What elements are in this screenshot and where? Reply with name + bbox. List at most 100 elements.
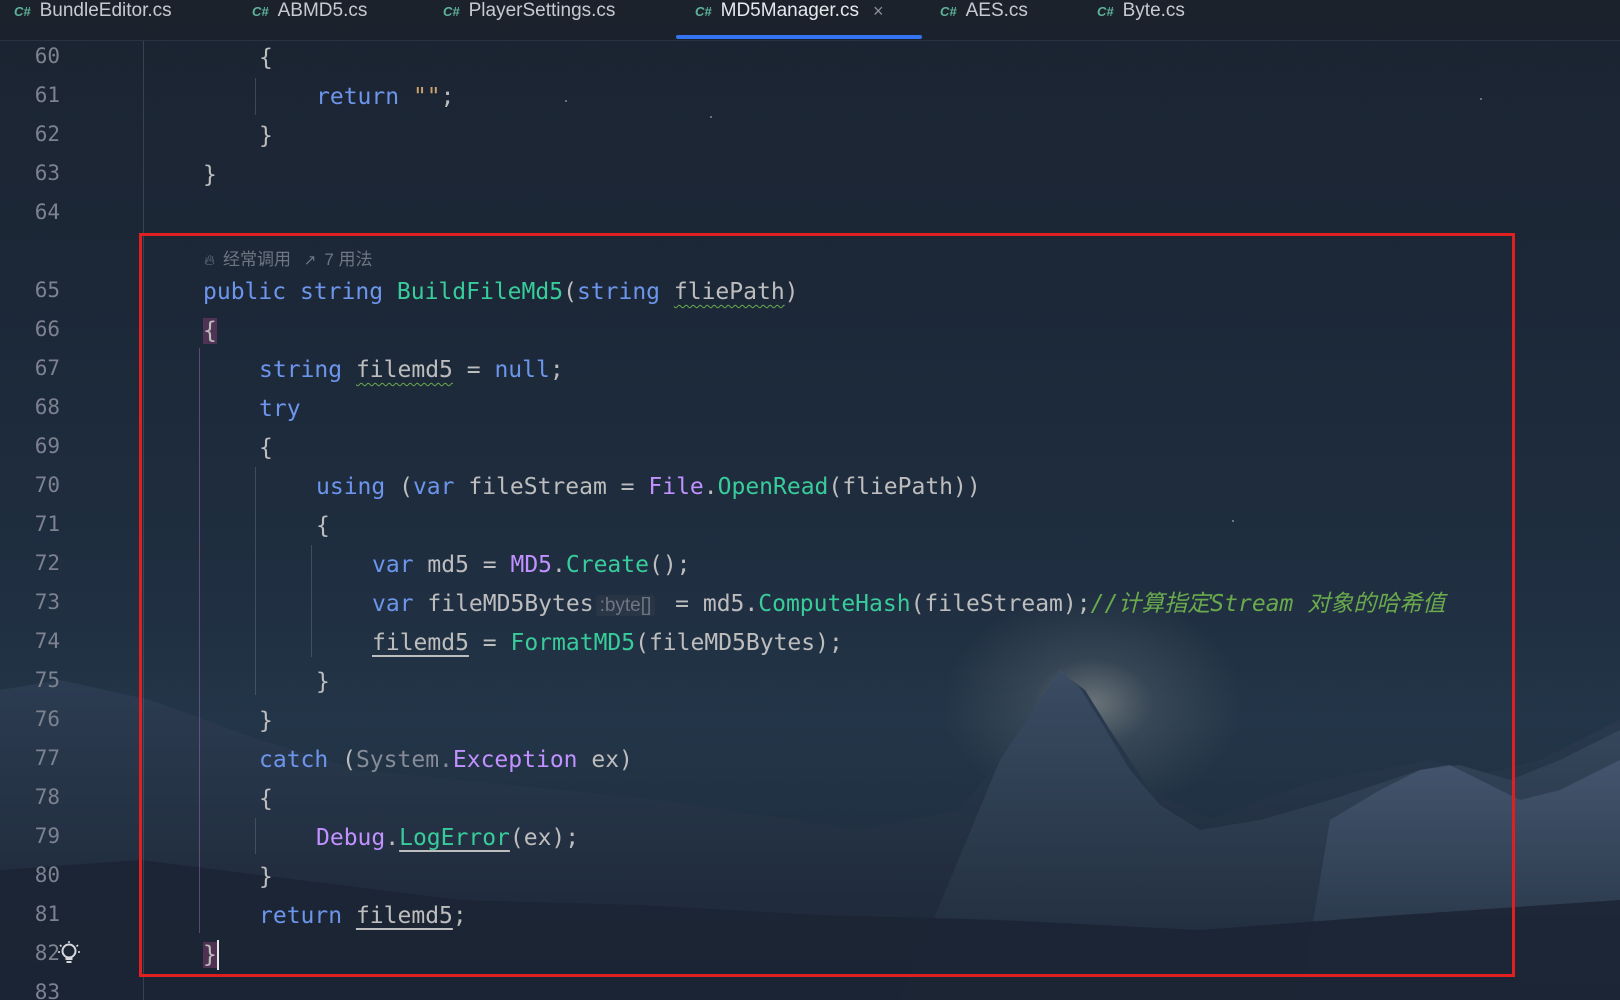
token: string <box>576 279 661 305</box>
code-line-79[interactable]: Debug.LogError(ex); <box>316 823 579 853</box>
token: { <box>259 786 273 812</box>
token: ( <box>328 747 356 773</box>
code-line-77[interactable]: catch (System.Exception ex) <box>259 745 633 775</box>
token: } <box>259 708 273 734</box>
token: FormatMD5 <box>510 630 636 656</box>
csharp-file-icon: C# <box>940 4 957 19</box>
line-number: 67 <box>34 356 60 380</box>
token: (fileStream); <box>910 591 1091 617</box>
lightbulb-icon[interactable] <box>58 941 80 967</box>
line-number: 79 <box>34 824 60 848</box>
code-line-66[interactable]: { <box>203 316 217 346</box>
code-line-65[interactable]: public string BuildFileMd5(string fliePa… <box>203 277 799 307</box>
token: fileMD5Bytes <box>413 591 594 617</box>
csharp-file-icon: C# <box>1097 4 1114 19</box>
token: } <box>316 669 330 695</box>
code-line-75[interactable]: } <box>316 667 330 697</box>
usages-hint[interactable]: 7 用法 <box>324 250 372 269</box>
tab-playersettings[interactable]: C# PlayerSettings.cs <box>443 0 615 40</box>
code-line-82[interactable]: } <box>203 940 219 970</box>
code-line-68[interactable]: try <box>259 394 301 424</box>
tab-label: AES.cs <box>965 0 1028 21</box>
code-line-72[interactable]: var md5 = MD5.Create(); <box>372 550 691 580</box>
code-line-74[interactable]: filemd5 = FormatMD5(fileMD5Bytes); <box>372 628 843 658</box>
code-line-61[interactable]: return ""; <box>316 82 455 112</box>
line-number: 80 <box>34 863 60 887</box>
indent-guide <box>255 467 256 695</box>
line-number: 83 <box>34 980 60 1000</box>
token: var <box>372 591 414 617</box>
line-number: 71 <box>34 512 60 536</box>
token: fliePath <box>673 279 785 305</box>
token: Create <box>565 552 649 578</box>
line-number: 77 <box>34 746 60 770</box>
token: filemd5 <box>372 630 469 656</box>
token: = <box>468 630 511 656</box>
text-caret <box>216 940 219 970</box>
line-number: 68 <box>34 395 60 419</box>
token: } <box>203 162 217 188</box>
code-line-63[interactable]: } <box>203 160 217 190</box>
code-line-71[interactable]: { <box>316 511 330 541</box>
line-number: 60 <box>34 44 60 68</box>
token: using <box>316 474 386 500</box>
token: } <box>203 942 217 968</box>
code-line-69[interactable]: { <box>259 433 273 463</box>
token: ( <box>385 474 413 500</box>
line-number: 69 <box>34 434 60 458</box>
token: (); <box>648 552 691 578</box>
token: ; <box>440 84 455 110</box>
csharp-file-icon: C# <box>443 4 460 19</box>
code-line-81[interactable]: return filemd5; <box>259 901 467 931</box>
token: var <box>372 552 414 578</box>
code-line-67[interactable]: string filemd5 = null; <box>259 355 564 385</box>
close-icon[interactable]: × <box>873 0 884 22</box>
line-number: 76 <box>34 707 60 731</box>
line-number: 82 <box>34 941 60 965</box>
code-line-60[interactable]: { <box>259 43 273 73</box>
token: filemd5 <box>355 903 453 929</box>
token: (fliePath)) <box>828 474 981 500</box>
token: Exception <box>452 747 578 773</box>
token: System. <box>355 747 453 773</box>
token: filemd5 <box>355 357 453 383</box>
code-line-73[interactable]: var fileMD5Bytes:byte[] = md5.ComputeHas… <box>372 589 1445 621</box>
tab-bundleeditor[interactable]: C# BundleEditor.cs <box>14 0 172 40</box>
line-number: 74 <box>34 629 60 653</box>
tab-aes[interactable]: C# AES.cs <box>940 0 1028 40</box>
tab-abmd5[interactable]: C# ABMD5.cs <box>252 0 367 40</box>
token: } <box>259 864 273 890</box>
token: fileStream = <box>454 474 649 500</box>
code-line-76[interactable]: } <box>259 706 273 736</box>
code-line-80[interactable]: } <box>259 862 273 892</box>
tab-label: PlayerSettings.cs <box>468 0 616 21</box>
token: . <box>385 825 400 851</box>
token: = <box>452 357 495 383</box>
line-number: 61 <box>34 83 60 107</box>
csharp-file-icon: C# <box>252 4 269 19</box>
tab-byte[interactable]: C# Byte.cs <box>1097 0 1185 40</box>
line-number: 75 <box>34 668 60 692</box>
token: . <box>703 474 718 500</box>
token: return <box>259 903 343 929</box>
code-line-70[interactable]: using (var fileStream = File.OpenRead(fl… <box>316 472 981 502</box>
code-line-62[interactable]: } <box>259 121 273 151</box>
token: = md5. <box>661 591 759 617</box>
code-line-78[interactable]: { <box>259 784 273 814</box>
tab-label: ABMD5.cs <box>277 0 368 21</box>
tab-md5manager[interactable]: C# MD5Manager.cs × <box>695 0 883 40</box>
line-number: 81 <box>34 902 60 926</box>
code-vision-hints[interactable]: 🔥︎ 经常调用 ↗ 7 用法 <box>204 245 381 270</box>
token: ) <box>784 279 799 305</box>
usages-icon: ↗ <box>303 252 317 269</box>
token: Debug <box>316 825 386 851</box>
indent-guide <box>199 348 200 933</box>
frequent-call-hint[interactable]: 经常调用 <box>223 250 291 269</box>
flame-icon: 🔥︎ <box>204 252 216 269</box>
line-number: 65 <box>34 278 60 302</box>
token: ( <box>563 279 577 305</box>
